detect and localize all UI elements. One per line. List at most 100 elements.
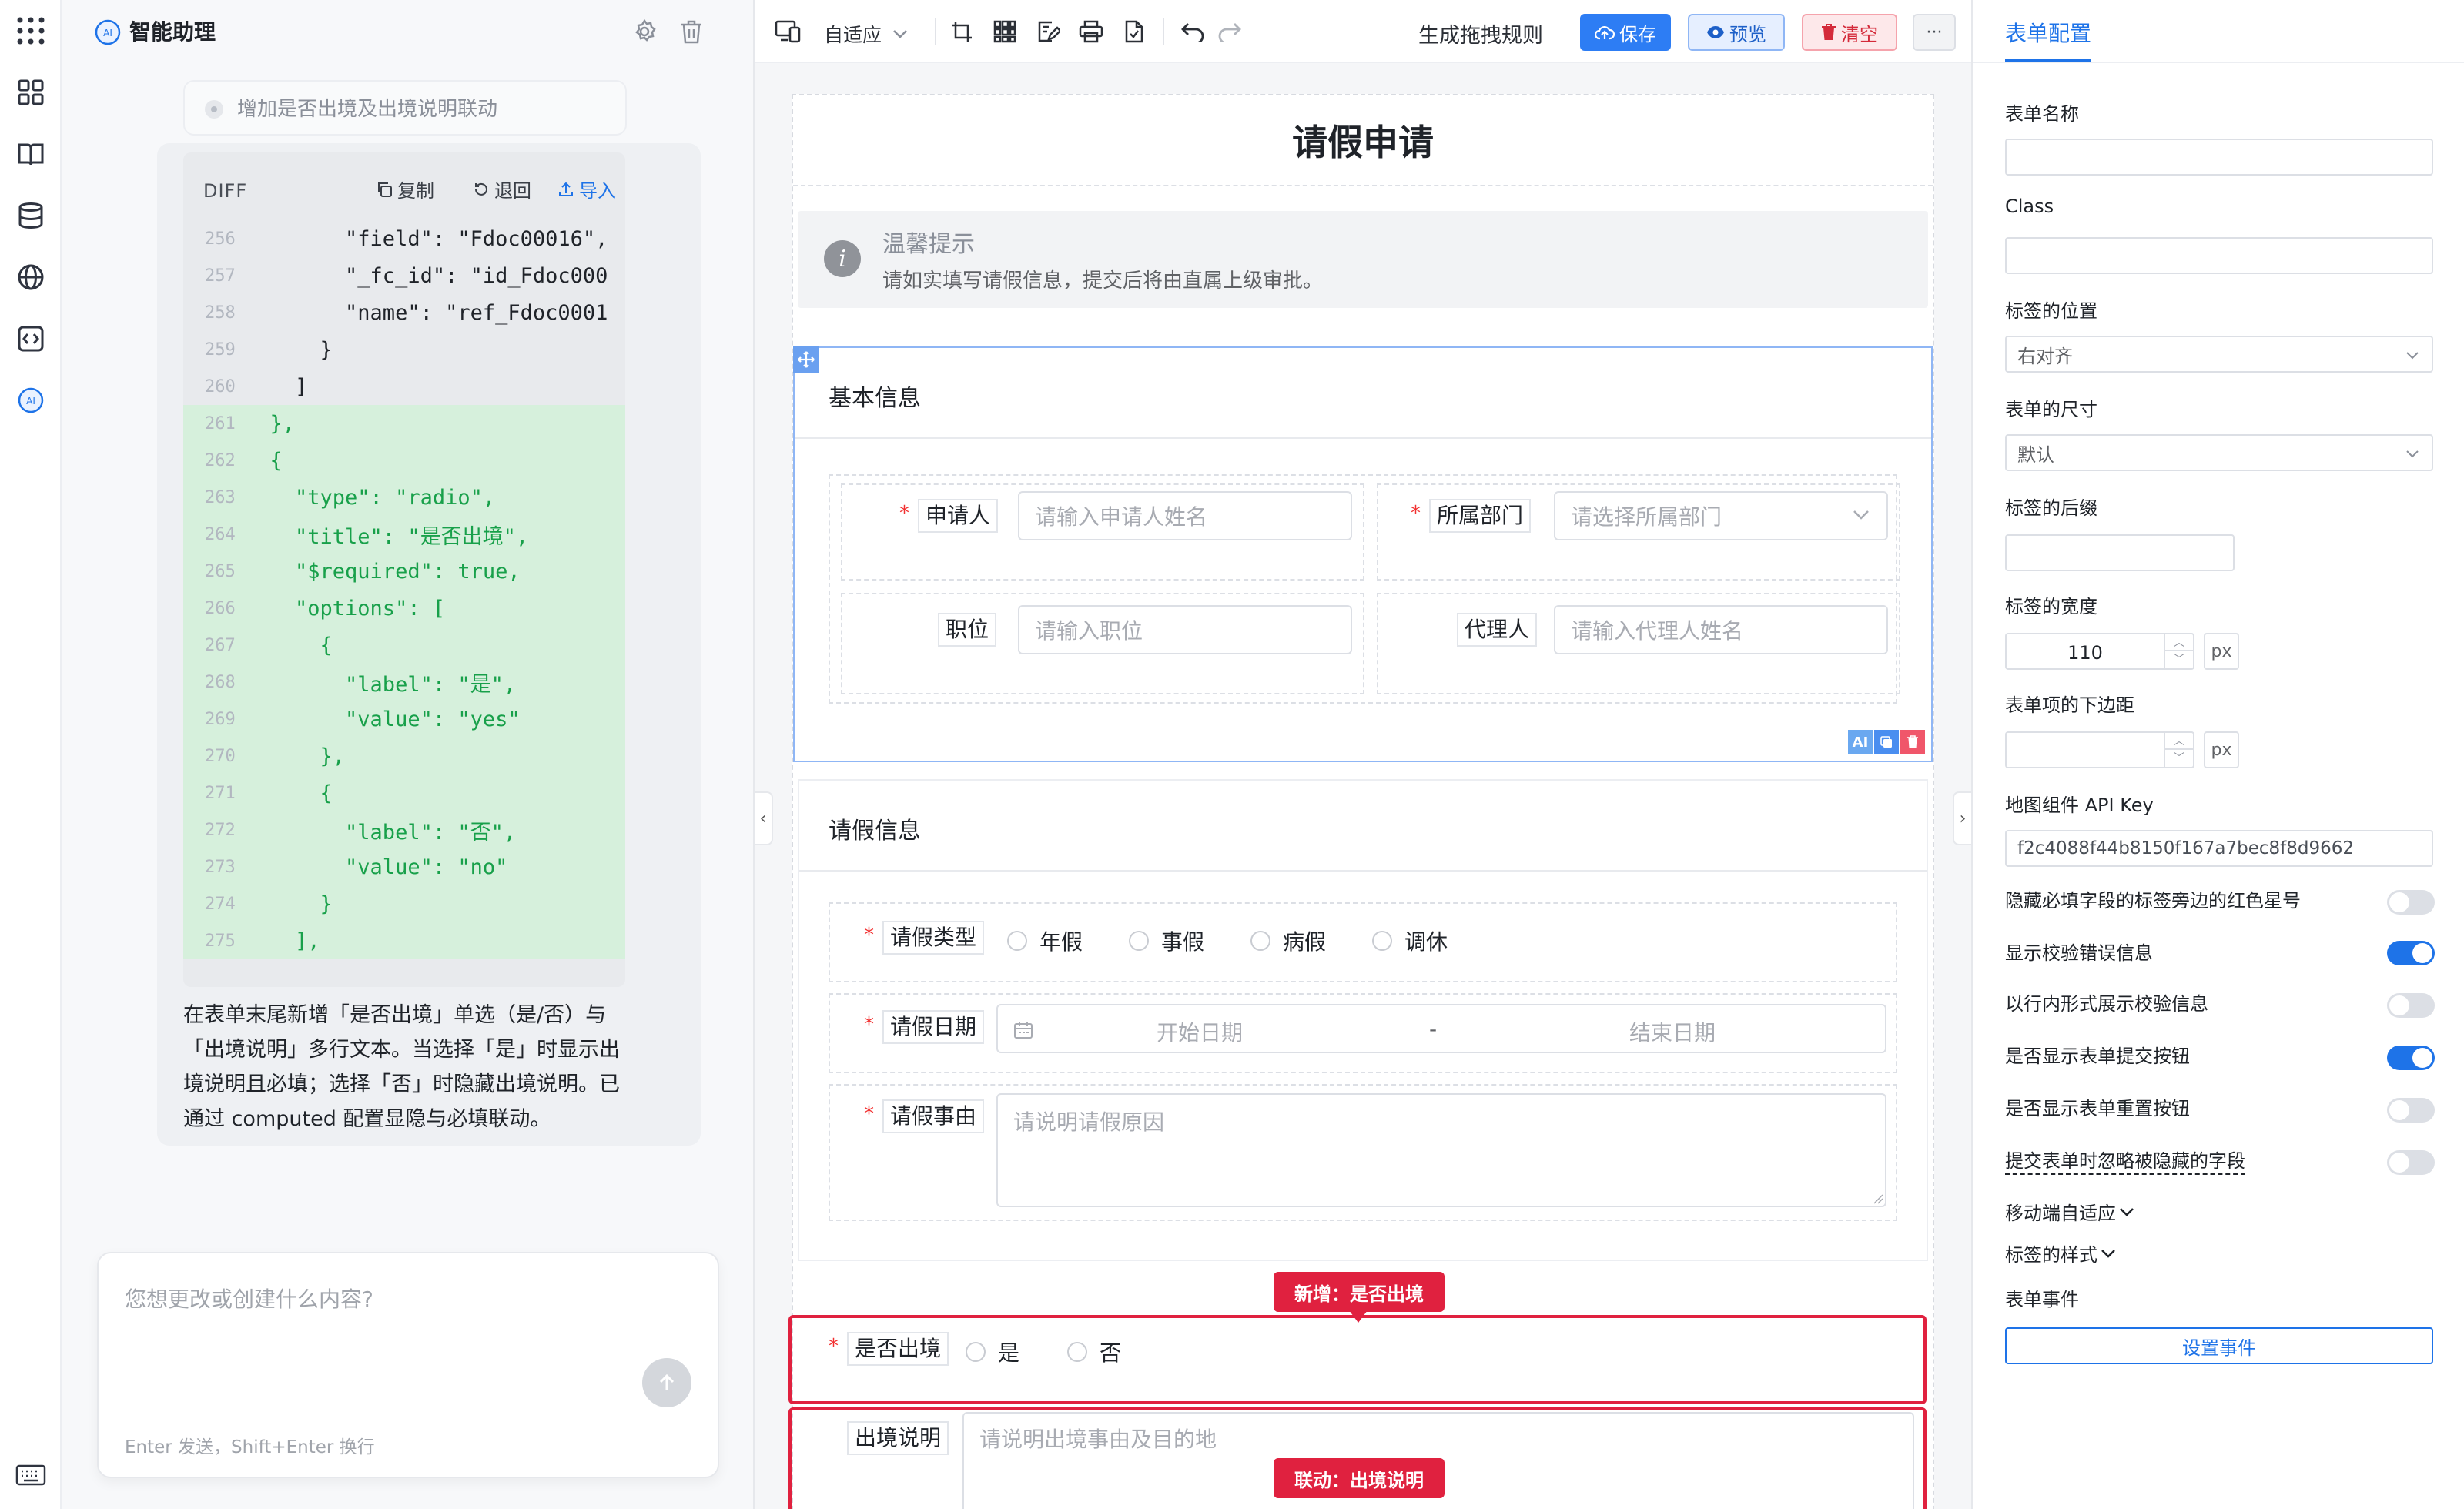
code-icon[interactable] <box>12 320 49 357</box>
label-width-stepper[interactable]: 110 ︿ ﹀ <box>2005 633 2194 670</box>
save-button[interactable]: 保存 <box>1580 14 1671 51</box>
clear-button[interactable]: 清空 <box>1802 14 1897 51</box>
form-name-input[interactable] <box>2005 139 2433 176</box>
stepper-up-icon[interactable]: ︿ <box>2165 634 2193 651</box>
ai-tool-button[interactable]: AI <box>1848 730 1873 754</box>
radio-circle <box>1250 931 1270 951</box>
leave-reason-textarea[interactable]: 请说明请假原因 <box>996 1093 1886 1207</box>
leave-info-card[interactable]: 请假信息 * 请假类型 年假 事假 病假 调休 * 请假日期 开始日期 - 结束… <box>798 779 1928 1261</box>
drag-move-icon[interactable] <box>793 346 819 373</box>
undo-icon[interactable] <box>1178 17 1207 46</box>
radio-sick[interactable]: 病假 <box>1250 925 1326 956</box>
delete-tool-button[interactable] <box>1900 730 1925 754</box>
item-margin-unit: px <box>2204 731 2239 768</box>
settings-gear-icon[interactable] <box>631 18 658 45</box>
stepper-down-icon[interactable]: ﹀ <box>2165 651 2193 668</box>
device-frame-icon[interactable] <box>773 17 802 46</box>
applicant-input[interactable]: 请输入申请人姓名 <box>1018 491 1352 540</box>
resize-handle-icon[interactable] <box>1873 1193 1883 1204</box>
show-submit-toggle[interactable] <box>2387 1046 2435 1070</box>
date-range-picker[interactable]: 开始日期 - 结束日期 <box>996 1004 1886 1053</box>
item-margin-stepper[interactable]: ︿ ﹀ <box>2005 731 2194 768</box>
tip-title: 温馨提示 <box>882 231 975 258</box>
apps-grid-icon[interactable] <box>12 12 49 49</box>
radio-annual[interactable]: 年假 <box>1007 925 1083 956</box>
revert-button[interactable]: 退回 <box>473 176 531 202</box>
radio-compensatory[interactable]: 调休 <box>1372 925 1448 956</box>
radio-abroad-yes-label: 是 <box>998 1340 1020 1366</box>
collapse-right-button[interactable]: › <box>1953 791 1971 845</box>
components-icon[interactable] <box>12 74 49 111</box>
document-export-icon[interactable] <box>1120 17 1149 46</box>
radio-abroad-yes[interactable]: 是 <box>966 1337 1019 1367</box>
database-icon[interactable] <box>12 197 49 234</box>
copy-button[interactable]: 复制 <box>376 176 434 202</box>
copy-tool-button[interactable] <box>1874 730 1899 754</box>
radio-personal-label: 事假 <box>1161 929 1205 955</box>
collapse-left-button[interactable]: ‹ <box>755 791 773 845</box>
map-key-input[interactable]: f2c4088f44b8150f167a7bec8f8d9662 <box>2005 830 2433 867</box>
dept-select[interactable]: 请选择所属部门 <box>1554 491 1888 540</box>
leave-reason-label: 请假事由 <box>882 1099 985 1133</box>
radio-circle <box>1372 931 1392 951</box>
globe-icon[interactable] <box>12 259 49 296</box>
tab-form-config[interactable]: 表单配置 <box>2005 17 2091 48</box>
preview-button[interactable]: 预览 <box>1688 14 1785 51</box>
ai-assistant-icon[interactable]: AI <box>12 382 49 419</box>
class-input[interactable] <box>2005 237 2433 274</box>
stepper-arrows[interactable]: ︿ ﹀ <box>2164 733 2193 767</box>
crop-frame-icon[interactable] <box>947 17 976 46</box>
radio-abroad-no[interactable]: 否 <box>1067 1337 1121 1367</box>
chevron-down-icon <box>1853 510 1869 520</box>
tip-alert[interactable]: i 温馨提示 请如实填写请假信息，提交后将由直属上级审批。 <box>798 211 1928 308</box>
generate-rule-link[interactable]: 生成拖拽规则 <box>1418 18 1543 49</box>
more-button[interactable]: ··· <box>1913 14 1956 51</box>
revert-label: 退回 <box>494 180 531 202</box>
line-number: 269 <box>205 709 236 729</box>
agent-label: 代理人 <box>1457 613 1538 647</box>
previous-prompt[interactable]: 增加是否出境及出境说明联动 <box>183 80 627 136</box>
send-button[interactable] <box>642 1358 691 1407</box>
basic-info-card[interactable]: 基本信息 * 申请人 请输入申请人姓名 * 所属部门 请选择所属部门 职位 请输… <box>793 346 1933 762</box>
label-position-value: 右对齐 <box>2017 345 2073 367</box>
adapt-dropdown[interactable]: 自适应 <box>824 20 908 48</box>
edit-note-icon[interactable] <box>1033 17 1063 46</box>
print-icon[interactable] <box>1076 17 1106 46</box>
label-suffix-input[interactable] <box>2005 534 2235 571</box>
form-size-select[interactable]: 默认 <box>2005 434 2433 471</box>
book-icon[interactable] <box>12 136 49 172</box>
keyboard-icon[interactable] <box>12 1460 49 1491</box>
applicant-label: 申请人 <box>918 499 999 533</box>
trash-icon[interactable] <box>679 18 704 45</box>
chevron-down-icon <box>2101 1249 2115 1258</box>
inline-error-toggle[interactable] <box>2387 993 2435 1018</box>
assistant-title: 智能助理 <box>129 19 216 45</box>
set-event-button[interactable]: 设置事件 <box>2005 1327 2433 1364</box>
mobile-adapt-expander[interactable]: 移动端自适应 <box>2005 1198 2134 1225</box>
line-number: 273 <box>205 857 236 877</box>
trash-icon <box>1822 24 1836 40</box>
field-abroad-highlight[interactable]: * 是否出境 是 否 <box>788 1315 1927 1404</box>
ignore-hidden-toggle[interactable] <box>2387 1150 2435 1175</box>
chat-input-box[interactable]: 您想更改或创建什么内容? Enter 发送，Shift+Enter 换行 <box>97 1252 719 1478</box>
stepper-down-icon[interactable]: ﹀ <box>2165 750 2193 767</box>
redo-icon[interactable] <box>1215 17 1244 46</box>
required-star: * <box>899 502 909 525</box>
arrow-up-icon <box>659 1373 675 1390</box>
agent-input[interactable]: 请输入代理人姓名 <box>1554 605 1888 654</box>
label-style-expander[interactable]: 标签的样式 <box>2005 1240 2116 1266</box>
grid-layout-icon[interactable] <box>990 17 1019 46</box>
label-position-select[interactable]: 右对齐 <box>2005 336 2433 373</box>
position-input[interactable]: 请输入职位 <box>1018 605 1352 654</box>
copy-label: 复制 <box>397 180 434 202</box>
diff-code: 256 "field": "Fdoc00016", 257 "_fc_id": "… <box>183 220 625 987</box>
radio-personal[interactable]: 事假 <box>1129 925 1204 956</box>
show-reset-toggle[interactable] <box>2387 1098 2435 1123</box>
import-button[interactable]: 导入 <box>557 176 616 202</box>
stepper-arrows[interactable]: ︿ ﹀ <box>2164 634 2193 668</box>
show-error-toggle[interactable] <box>2387 941 2435 965</box>
hide-star-toggle[interactable] <box>2387 890 2435 915</box>
stepper-up-icon[interactable]: ︿ <box>2165 733 2193 750</box>
form-title-block[interactable]: 请假申请 <box>793 95 1933 186</box>
diff-line: 269 "value": "yes" <box>183 701 625 738</box>
